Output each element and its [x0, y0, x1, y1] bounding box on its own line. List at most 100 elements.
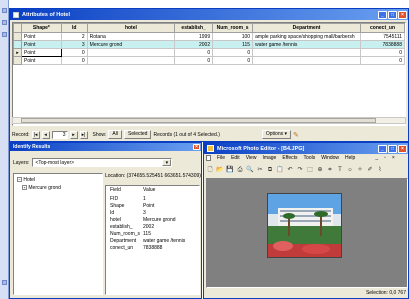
table-row[interactable]: Point 3 Mercure grond 2002 115 water gam… — [13, 40, 405, 49]
first-record-button[interactable]: |◂ — [31, 130, 40, 139]
column-header-id[interactable]: Id — [60, 23, 88, 33]
text-icon[interactable]: T — [336, 166, 344, 174]
brush-icon[interactable]: ✐ — [366, 166, 374, 174]
cell-establish[interactable]: 2002 — [174, 40, 214, 49]
save-icon[interactable]: 💾 — [226, 166, 234, 174]
cell-hotel[interactable] — [86, 56, 176, 65]
cell-department[interactable] — [252, 48, 362, 57]
cell-num-room[interactable]: 0 — [212, 56, 254, 65]
column-header-department[interactable]: Department — [252, 23, 362, 33]
field-row[interactable]: conect_un 7838888 — [106, 245, 201, 253]
cell-hotel[interactable] — [86, 48, 176, 57]
eyedropper-icon[interactable]: ⌇ — [376, 166, 384, 174]
maximize-button[interactable]: □ — [388, 144, 397, 153]
row-selector-current[interactable]: ▸ — [13, 48, 22, 57]
cell-id[interactable]: 2 — [60, 32, 88, 41]
attributes-titlebar[interactable]: Attributes of Hotel _ □ × — [10, 9, 408, 20]
toolbar-button-icon[interactable] — [2, 32, 7, 37]
horizontal-scrollbar[interactable] — [12, 117, 406, 124]
cell-num-room[interactable]: 100 — [212, 32, 254, 41]
close-button[interactable]: × — [398, 144, 407, 153]
cell-shape[interactable]: Point — [20, 56, 62, 65]
minimize-button[interactable]: _ — [378, 144, 387, 153]
cell-conect[interactable]: 0 — [360, 56, 405, 65]
tree-node-mercure[interactable]: + Mercure grond — [22, 185, 61, 191]
options-button[interactable]: Options ▾ — [261, 130, 292, 139]
document-icon[interactable] — [206, 155, 211, 161]
expand-icon[interactable]: + — [22, 185, 27, 190]
doc-close-icon[interactable]: × — [392, 155, 395, 161]
cell-num-room[interactable]: 0 — [212, 48, 254, 57]
menu-view[interactable]: View — [246, 155, 257, 161]
next-record-button[interactable]: ▸ — [69, 130, 78, 139]
column-header-conect[interactable]: conect_un — [360, 23, 405, 33]
pencil-icon[interactable]: ✎ — [293, 131, 299, 139]
doc-minimize-icon[interactable]: _ — [375, 155, 378, 161]
layers-dropdown[interactable]: <Top-most layer> ▾ — [32, 158, 173, 167]
undo-icon[interactable]: ↶ — [286, 166, 294, 174]
column-header-shape[interactable]: Shape* — [20, 23, 62, 33]
table-row[interactable]: Point 0 0 0 0 — [13, 56, 405, 65]
row-selector[interactable] — [13, 32, 22, 41]
row-selector[interactable] — [13, 56, 22, 65]
close-button[interactable]: × — [193, 144, 200, 150]
cell-id[interactable]: 0 — [60, 56, 88, 65]
print-preview-icon[interactable]: 🔍 — [246, 166, 254, 174]
zoom-icon[interactable]: ⊕ — [316, 166, 324, 174]
sun-icon[interactable]: ☼ — [346, 166, 354, 174]
row-selector[interactable] — [13, 40, 22, 49]
table-row[interactable]: Point 2 Rotana 1999 100 ample parking sp… — [13, 32, 405, 41]
row-selector-header[interactable] — [13, 23, 22, 33]
menu-edit[interactable]: Edit — [231, 155, 240, 161]
menu-help[interactable]: Help — [345, 155, 355, 161]
cell-department[interactable] — [252, 56, 362, 65]
column-header-establish[interactable]: establish_ — [174, 23, 214, 33]
cell-shape[interactable]: Point — [20, 40, 62, 49]
new-file-icon[interactable]: 🗋 — [206, 166, 214, 174]
cell-establish[interactable]: 1999 — [174, 32, 214, 41]
collapse-icon[interactable]: − — [17, 177, 22, 182]
cell-establish[interactable]: 0 — [174, 48, 214, 57]
doc-restore-icon[interactable]: ▫ — [384, 155, 386, 161]
toolbar-button-icon[interactable] — [2, 20, 7, 25]
menu-tools[interactable]: Tools — [304, 155, 316, 161]
menu-effects[interactable]: Effects — [282, 155, 297, 161]
identify-titlebar[interactable]: Identify Results × — [10, 143, 201, 151]
cell-conect[interactable]: 7838888 — [360, 40, 405, 49]
photo-titlebar[interactable]: Microsoft Photo Editor - [B4.JPG] _ □ × — [204, 143, 408, 154]
tree-node-hotel[interactable]: − Hotel — [17, 177, 35, 183]
select-icon[interactable]: ⬚ — [306, 166, 314, 174]
scrollbar-thumb[interactable] — [21, 118, 376, 123]
menu-window[interactable]: Window — [321, 155, 339, 161]
paste-icon[interactable]: 📋 — [276, 166, 284, 174]
magic-wand-icon[interactable]: ✧ — [356, 166, 364, 174]
chevron-down-icon[interactable]: ▾ — [162, 159, 172, 166]
cell-hotel[interactable]: Rotana — [86, 32, 176, 41]
hotel-photo[interactable] — [267, 193, 342, 258]
cell-id[interactable]: 0 — [60, 48, 88, 57]
previous-record-button[interactable]: ◂ — [41, 130, 50, 139]
cell-hotel[interactable]: Mercure grond — [86, 40, 176, 49]
cell-shape[interactable]: Point — [20, 48, 62, 57]
cell-department[interactable]: water game /tennis — [252, 40, 362, 49]
cell-conect[interactable]: 7545111 — [360, 32, 405, 41]
minimize-button[interactable]: _ — [378, 10, 387, 19]
photo-canvas[interactable] — [206, 178, 408, 288]
table-row[interactable]: ▸ Point 0 0 0 0 — [13, 48, 405, 57]
menu-file[interactable]: File — [217, 155, 225, 161]
show-selected-button[interactable]: Selected — [123, 130, 152, 139]
toolbar-button-icon[interactable] — [2, 280, 7, 285]
cell-num-room[interactable]: 115 — [212, 40, 254, 49]
cut-icon[interactable]: ✂ — [256, 166, 264, 174]
cell-shape[interactable]: Point — [20, 32, 62, 41]
cell-establish[interactable]: 0 — [174, 56, 214, 65]
crop-icon[interactable]: ⌗ — [326, 166, 334, 174]
close-button[interactable]: × — [398, 10, 407, 19]
maximize-button[interactable]: □ — [388, 10, 397, 19]
redo-icon[interactable]: ↷ — [296, 166, 304, 174]
cell-department[interactable]: ample parking space/shopping mall/barber… — [252, 32, 362, 41]
print-icon[interactable]: ⎙ — [236, 166, 244, 174]
open-folder-icon[interactable]: 📂 — [216, 166, 224, 174]
menu-image[interactable]: Image — [262, 155, 276, 161]
cell-conect[interactable]: 0 — [360, 48, 405, 57]
